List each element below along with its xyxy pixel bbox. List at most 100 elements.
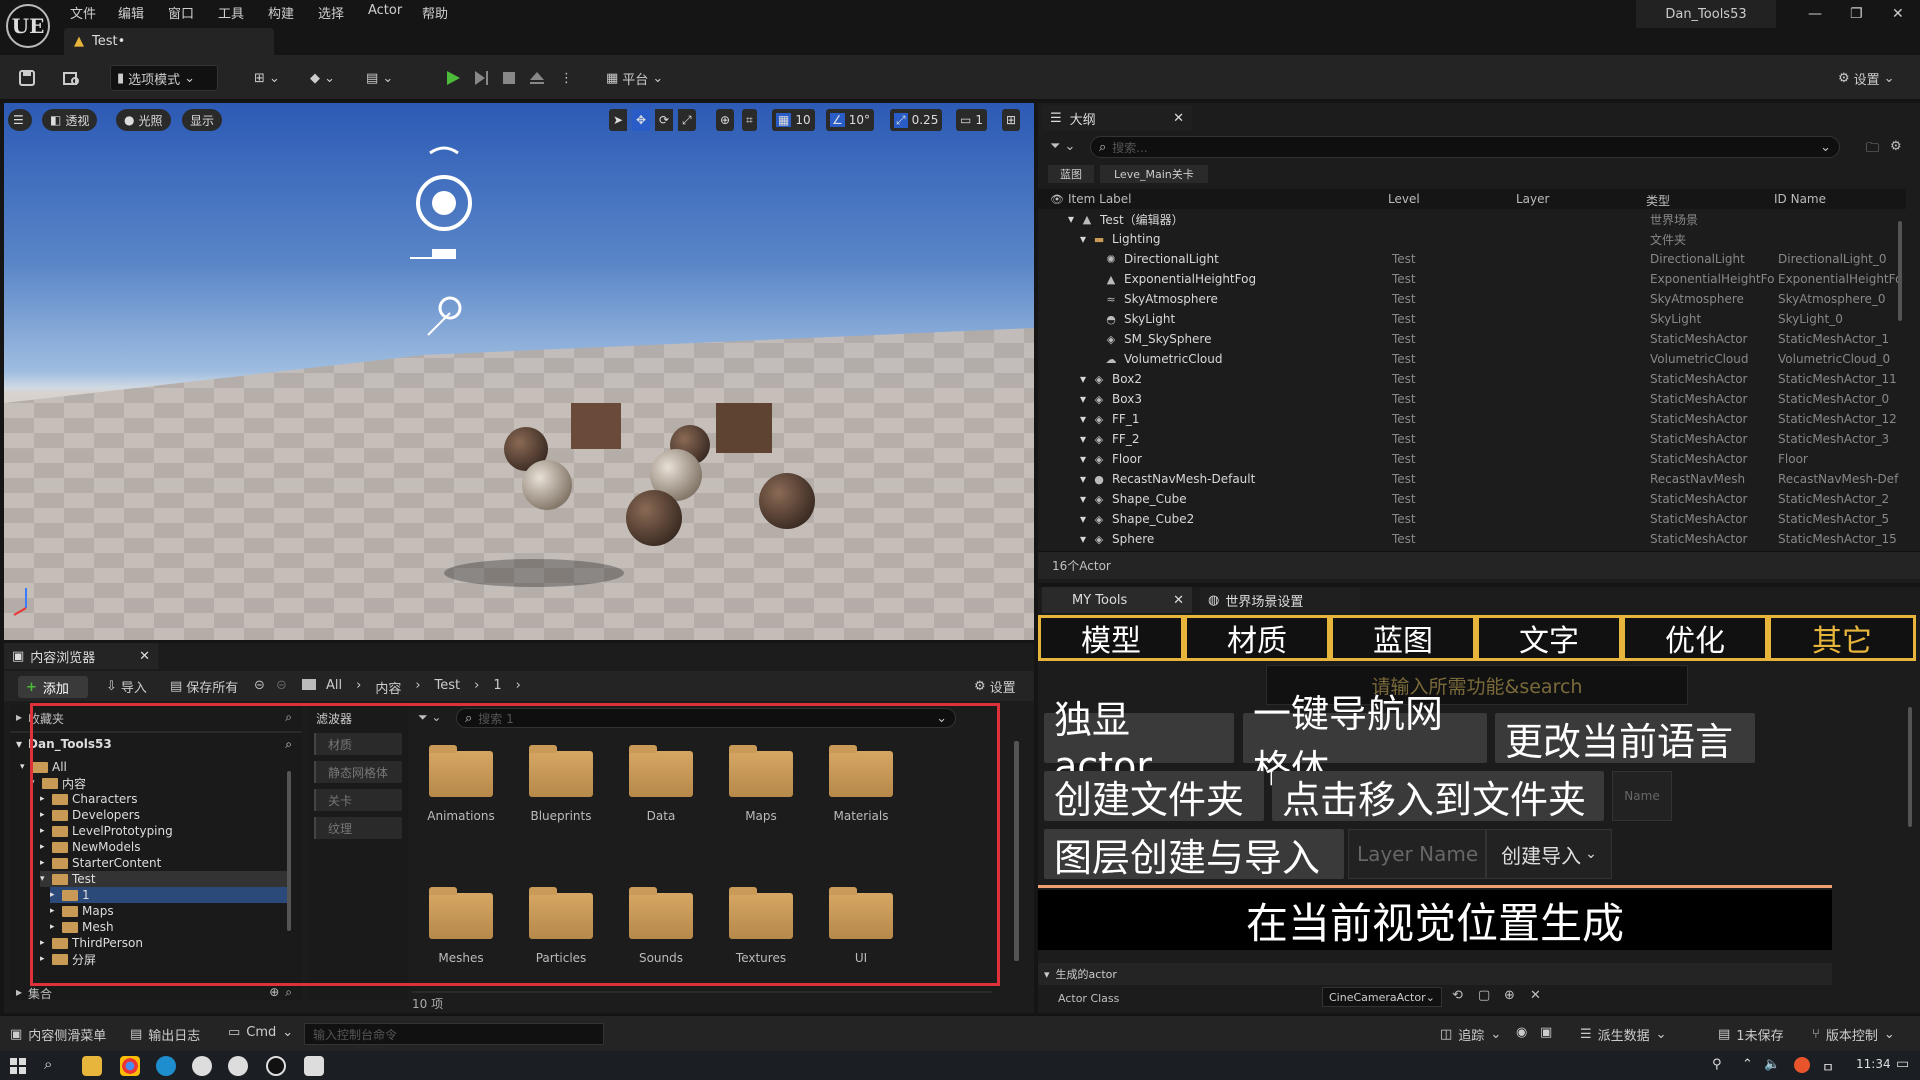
outliner-row[interactable]: ▾ ◈ FF_1 Test StaticMeshActor StaticMeshActor… — [1038, 409, 1906, 429]
app-icon-3[interactable] — [304, 1056, 324, 1076]
chevron-down-icon[interactable]: ▾ — [1080, 232, 1086, 246]
settings-button[interactable]: ⚙ 设置 ⌄ — [1832, 65, 1901, 91]
chevron-down-icon[interactable]: ▾ — [1080, 392, 1086, 406]
lighting-button[interactable]: ● 光照 — [116, 109, 171, 131]
console-input[interactable]: 输入控制台命令 — [304, 1023, 604, 1045]
outliner-row[interactable]: ▲ ExponentialHeightFog Test ExponentialHeig… — [1038, 269, 1906, 289]
rotate-tool-icon[interactable]: ⟳ — [655, 109, 674, 131]
close-icon[interactable]: ✕ — [1892, 6, 1904, 22]
outliner-row[interactable]: ≈ SkyAtmosphere Test SkyAtmosphere SkyAtmosp… — [1038, 289, 1906, 309]
save-all-button[interactable]: ▤ 保存所有 — [164, 675, 244, 697]
menu-file[interactable]: 文件 — [66, 3, 100, 22]
move-to-folder-button[interactable]: 点击移入到文件夹 — [1272, 771, 1604, 822]
unsaved-button[interactable]: ▤ 1未保存 — [1718, 1025, 1784, 1044]
chevron-down-icon[interactable]: ▾ — [1080, 452, 1086, 466]
filter-tab-level[interactable]: Leve_Main关卡 — [1100, 165, 1208, 183]
file-explorer-icon[interactable] — [82, 1056, 102, 1076]
outliner-row[interactable]: ☁ VolumetricCloud Test VolumetricCloud Volum… — [1038, 349, 1906, 369]
actor-class-dropdown[interactable]: CineCameraActor ⌄ — [1322, 987, 1442, 1007]
people-icon[interactable]: ⚲ — [1712, 1057, 1722, 1072]
cmd-dropdown[interactable]: ▭ Cmd ⌄ — [228, 1025, 293, 1040]
close-icon[interactable]: ✕ — [1173, 111, 1184, 126]
collections-header[interactable]: ▸ 集合 ⊕ ⌕ — [16, 985, 292, 1002]
col-layer[interactable]: Layer — [1516, 192, 1549, 206]
chevron-down-icon[interactable]: ▾ — [1080, 532, 1086, 546]
outliner-search[interactable]: ⌕ 搜索... ⌄ — [1090, 136, 1840, 158]
menu-tools[interactable]: 工具 — [214, 3, 248, 22]
cinematics-icon[interactable]: ▤ ⌄ — [360, 65, 399, 91]
surface-snap-icon[interactable]: ⌗ — [742, 109, 757, 131]
search-icon[interactable]: ⌕ — [44, 1055, 52, 1073]
outliner-row[interactable]: ▾ ▲ Test（编辑器） 世界场景 — [1038, 209, 1906, 229]
browse-icon[interactable] — [56, 65, 86, 91]
play-icon[interactable] — [438, 65, 468, 91]
outliner-row[interactable]: ◈ SM_SkySphere Test StaticMeshActor StaticMe… — [1038, 329, 1906, 349]
volume-icon[interactable]: 🔈 — [1764, 1057, 1780, 1072]
create-folder-button[interactable]: 创建文件夹 — [1044, 771, 1264, 822]
col-id-name[interactable]: ID Name — [1774, 192, 1826, 206]
minimize-icon[interactable]: — — [1808, 6, 1822, 22]
blueprint-icon[interactable]: ◆ ⌄ — [304, 65, 341, 91]
breadcrumb-test[interactable]: Test — [435, 678, 461, 697]
platform-button[interactable]: ▦ 平台 ⌄ — [600, 65, 669, 91]
add-icon[interactable]: ⊕ — [1504, 988, 1515, 1003]
isolate-actor-button[interactable]: 独显actor — [1044, 698, 1234, 788]
outliner-row[interactable]: ◓ SkyLight Test SkyLight SkyLight_0 — [1038, 309, 1906, 329]
clock[interactable]: 11:34 — [1856, 1057, 1891, 1071]
chevron-down-icon[interactable]: ▾ — [1080, 412, 1086, 426]
source-control-button[interactable]: ⑂ 版本控制 ⌄ — [1812, 1025, 1895, 1044]
back-icon[interactable]: ⊝ — [254, 678, 265, 693]
chevron-down-icon[interactable]: ▾ — [1080, 372, 1086, 386]
ime-indicator[interactable]: ㅁ — [1822, 1057, 1834, 1076]
outliner-row[interactable]: ▾ ● RecastNavMesh-Default Test RecastNavMesh… — [1038, 469, 1906, 489]
asset-scrollbar[interactable] — [1014, 741, 1019, 961]
mode-dropdown[interactable]: ▮ 选项模式 ⌄ — [110, 65, 218, 91]
outliner-row[interactable]: ✺ DirectionalLight Test DirectionalLight Dir… — [1038, 249, 1906, 269]
my-tools-tab[interactable]: MY Tools ✕ — [1042, 587, 1192, 613]
stop-icon[interactable] — [494, 65, 524, 91]
show-button[interactable]: 显示 — [182, 109, 223, 131]
record-icon[interactable]: ◉ — [1516, 1025, 1527, 1040]
navmesh-button[interactable]: 一键导航网格体 — [1243, 692, 1487, 791]
category-material[interactable]: 材质 — [1184, 615, 1330, 661]
outliner-row[interactable]: ▾ ◈ Floor Test StaticMeshActor Floor — [1038, 449, 1906, 469]
menu-window[interactable]: 窗口 — [164, 3, 198, 22]
perspective-button[interactable]: ◧ 透视 — [42, 109, 98, 131]
col-item-label[interactable]: Item Label — [1068, 192, 1132, 206]
close-icon[interactable]: ✕ — [1173, 593, 1184, 608]
level-tab[interactable]: ▲ Test• — [64, 28, 274, 55]
app-icon[interactable] — [192, 1056, 212, 1076]
category-blueprint[interactable]: 蓝图 — [1330, 615, 1476, 661]
import-button[interactable]: ⇩ 导入 — [100, 675, 153, 697]
category-model[interactable]: 模型 — [1038, 615, 1184, 661]
chevron-down-icon[interactable]: ▾ — [1080, 432, 1086, 446]
menu-edit[interactable]: 编辑 — [114, 3, 148, 22]
eject-icon[interactable] — [522, 65, 552, 91]
col-level[interactable]: Level — [1388, 192, 1420, 206]
layer-create-import-button[interactable]: 图层创建与导入 — [1044, 829, 1344, 880]
chevron-down-icon[interactable]: ▾ — [1080, 512, 1086, 526]
category-other[interactable]: 其它 — [1768, 615, 1916, 661]
use-selected-icon[interactable]: ⟲ — [1452, 988, 1463, 1003]
unreal-logo-icon[interactable]: UE — [6, 4, 50, 48]
viewport-menu-icon[interactable]: ☰ — [8, 109, 32, 131]
chevron-down-icon[interactable]: ▾ — [1080, 472, 1086, 486]
tools-scrollbar[interactable] — [1908, 707, 1912, 827]
world-settings-tab[interactable]: ◍ 世界场景设置 — [1200, 587, 1360, 613]
filter-icon[interactable]: ⏷ ⌄ — [1050, 139, 1075, 154]
outliner-row[interactable]: ▾ ◈ Box2 Test StaticMeshActor StaticMeshActor… — [1038, 369, 1906, 389]
level-viewport[interactable]: ☰ ◧ 透视 ● 光照 显示 ➤ ✥ ⟳ ⤢ ⊕ ⌗ ▦ 10 ∠ 10° ⤢ … — [4, 103, 1034, 640]
layout-icon[interactable]: ⊞ — [1002, 109, 1021, 131]
add-actor-icon[interactable]: ⊞ ⌄ — [248, 65, 286, 91]
chevron-down-icon[interactable]: ▾ — [1068, 212, 1074, 226]
menu-build[interactable]: 构建 — [264, 3, 298, 22]
spawned-actor-section[interactable]: ▾ 生成的actor — [1038, 963, 1832, 985]
camera-speed-button[interactable]: ▭ 1 — [956, 109, 987, 131]
outliner-row[interactable]: ▾ ◈ Shape_Cube Test StaticMeshActor StaticMes… — [1038, 489, 1906, 509]
edge-icon[interactable] — [156, 1056, 176, 1076]
chrome-icon[interactable] — [120, 1056, 140, 1076]
add-button[interactable]: + 添加 — [18, 676, 88, 698]
menu-help[interactable]: 帮助 — [418, 3, 452, 22]
chevron-down-icon[interactable]: ▾ — [1080, 492, 1086, 506]
category-text[interactable]: 文字 — [1476, 615, 1622, 661]
